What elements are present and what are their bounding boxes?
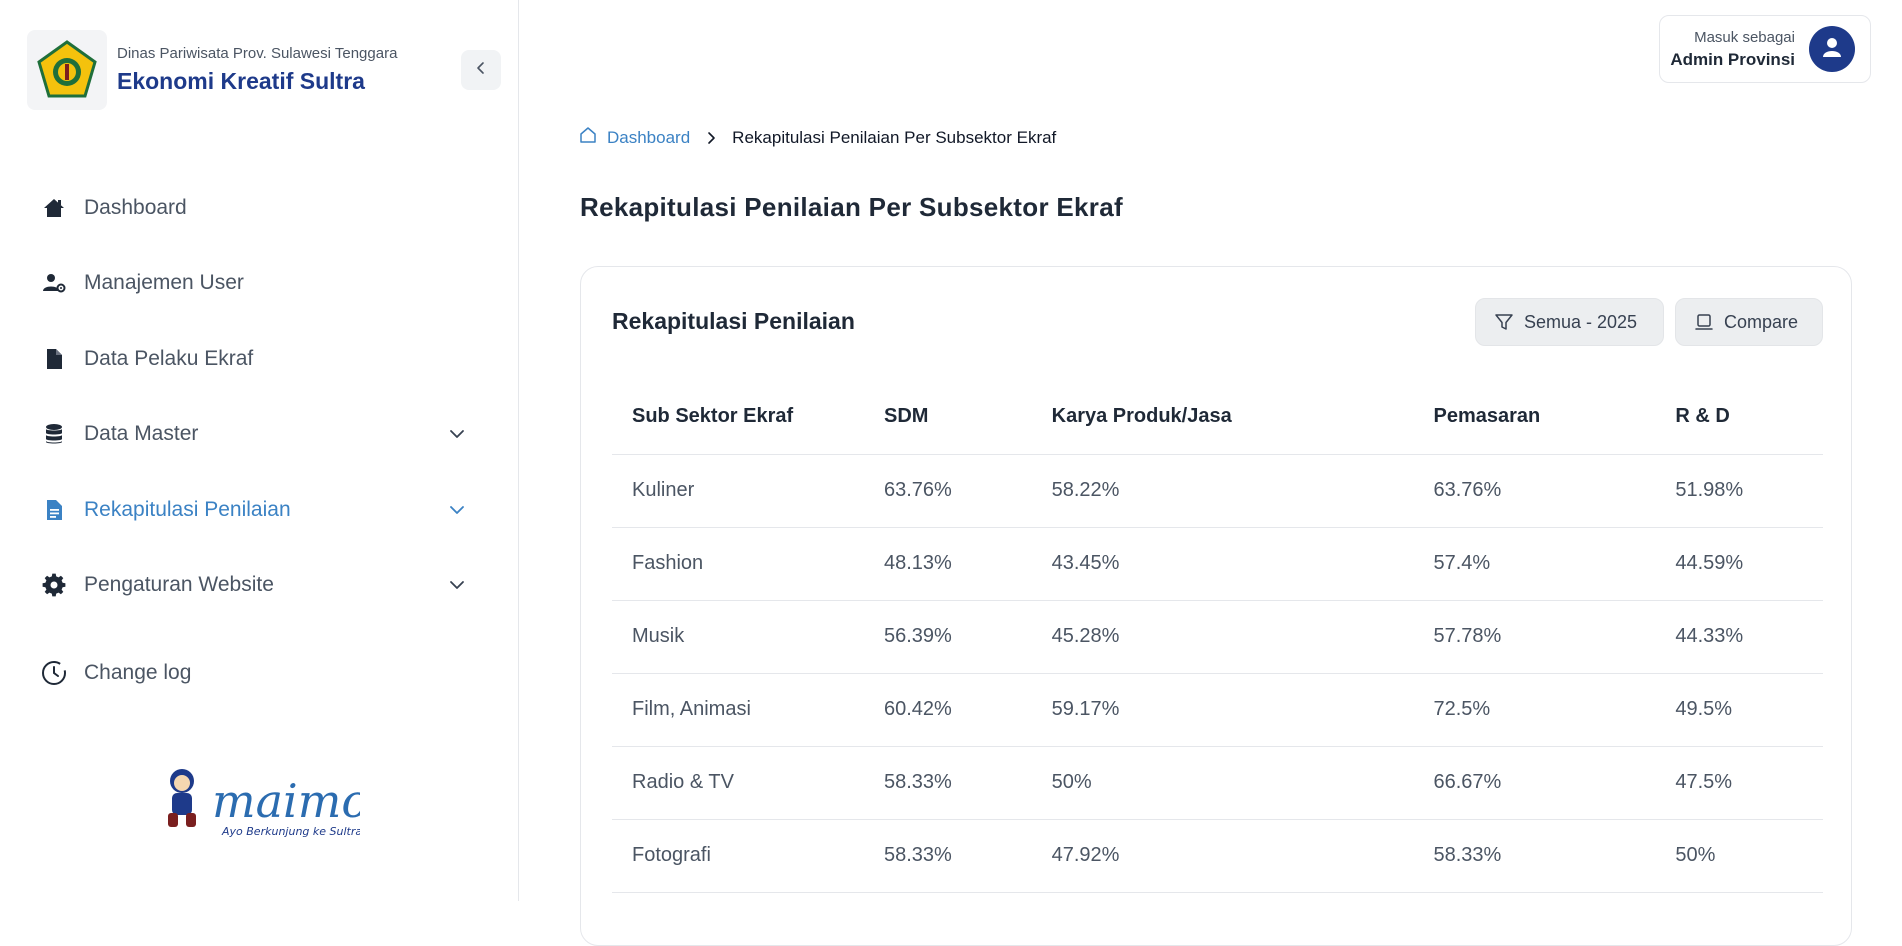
table-cell: 49.5% (1655, 673, 1823, 747)
column-header[interactable]: R & D (1655, 379, 1823, 455)
table-row: Fashion 48.13% 43.45% 57.4% 44.59% (612, 527, 1823, 601)
table-cell: 51.98% (1655, 454, 1823, 528)
column-header[interactable]: Sub Sektor Ekraf (612, 379, 864, 455)
table-cell: 45.28% (1031, 600, 1414, 674)
column-header[interactable]: SDM (864, 379, 1032, 455)
sidebar-item-data-pelaku-ekraf[interactable]: Data Pelaku Ekraf (0, 321, 519, 397)
table-cell: Musik (612, 600, 864, 674)
document-icon (41, 346, 67, 372)
sidebar-item-label: Manajemen User (84, 271, 244, 295)
brand-subtitle: Dinas Pariwisata Prov. Sulawesi Tenggara (117, 45, 398, 62)
sidebar-collapse-button[interactable] (461, 50, 501, 90)
column-header[interactable]: Pemasaran (1413, 379, 1656, 455)
clock-icon (41, 660, 67, 686)
brand[interactable]: Dinas Pariwisata Prov. Sulawesi Tenggara… (27, 30, 397, 110)
chevron-right-icon (704, 131, 718, 145)
table-cell: 44.59% (1655, 527, 1823, 601)
table-cell: 47.5% (1655, 746, 1823, 820)
avatar (1809, 26, 1855, 72)
table-cell: 63.76% (864, 454, 1032, 528)
sidebar-item-changelog[interactable]: Change log (0, 635, 519, 710)
sidebar-nav: Dashboard Manajemen User Data Pelaku Ekr… (0, 170, 519, 623)
sidebar: Dinas Pariwisata Prov. Sulawesi Tenggara… (0, 0, 519, 901)
breadcrumb: Dashboard Rekapitulasi Penilaian Per Sub… (579, 126, 1056, 149)
recap-table: Sub Sektor Ekraf SDM Karya Produk/Jasa P… (612, 379, 1823, 893)
table-cell: 43.45% (1031, 527, 1414, 601)
table-cell: 50% (1031, 746, 1414, 820)
user-icon (1820, 35, 1844, 64)
sidebar-item-rekapitulasi-penilaian[interactable]: Rekapitulasi Penilaian (0, 472, 519, 548)
table-header-row: Sub Sektor Ekraf SDM Karya Produk/Jasa P… (612, 379, 1823, 455)
user-gear-icon (41, 270, 67, 296)
brand-title: Ekonomi Kreatif Sultra (117, 68, 365, 94)
breadcrumb-home-link[interactable]: Dashboard (607, 128, 690, 148)
chevron-down-icon[interactable] (446, 574, 468, 596)
compare-button[interactable]: Compare (1675, 298, 1823, 346)
table-cell: Radio & TV (612, 746, 864, 820)
page-title: Rekapitulasi Penilaian Per Subsektor Ekr… (580, 192, 1123, 222)
chevron-down-icon[interactable] (446, 499, 468, 521)
table-cell: Film, Animasi (612, 673, 864, 747)
user-caption: Masuk sebagai (1694, 28, 1795, 46)
table-cell: 58.33% (864, 746, 1032, 820)
filter-label: Semua - 2025 (1524, 311, 1638, 332)
home-outline-icon (579, 126, 597, 149)
changelog-label: Change log (84, 660, 192, 684)
home-icon (41, 195, 67, 221)
column-header[interactable]: Karya Produk/Jasa (1031, 379, 1414, 455)
user-menu[interactable]: Masuk sebagai Admin Provinsi (1659, 15, 1871, 83)
mascot-wordmark: maimo (212, 774, 360, 828)
filter-icon (1494, 312, 1514, 332)
sidebar-item-data-master[interactable]: Data Master (0, 397, 519, 473)
table-cell: 58.22% (1031, 454, 1414, 528)
user-name: Admin Provinsi (1670, 49, 1795, 69)
table-cell: 72.5% (1413, 673, 1656, 747)
chevron-left-icon (473, 60, 489, 81)
table-cell: 63.76% (1413, 454, 1656, 528)
province-logo (27, 30, 107, 110)
sidebar-item-manajemen-user[interactable]: Manajemen User (0, 246, 519, 322)
table-cell: 59.17% (1031, 673, 1414, 747)
mascot-tagline: Ayo Berkunjung ke Sultra (221, 825, 360, 838)
filter-button[interactable]: Semua - 2025 (1475, 298, 1664, 346)
breadcrumb-current: Rekapitulasi Penilaian Per Subsektor Ekr… (732, 127, 1057, 147)
table-row: Musik 56.39% 45.28% 57.78% 44.33% (612, 600, 1823, 674)
table-cell: 44.33% (1655, 600, 1823, 674)
database-icon (41, 421, 67, 447)
table-row: Kuliner 63.76% 58.22% 63.76% 51.98% (612, 454, 1823, 528)
table-row: Film, Animasi 60.42% 59.17% 72.5% 49.5% (612, 673, 1823, 747)
sidebar-item-label: Dashboard (84, 195, 187, 219)
table-cell: 58.33% (864, 819, 1032, 893)
table-cell: 56.39% (864, 600, 1032, 674)
table-cell: Fotografi (612, 819, 864, 893)
sidebar-item-label: Pengaturan Website (84, 573, 274, 597)
table-cell: 58.33% (1413, 819, 1656, 893)
chevron-down-icon[interactable] (446, 423, 468, 445)
table-cell: 50% (1655, 819, 1823, 893)
sidebar-item-label: Rekapitulasi Penilaian (84, 497, 291, 521)
table-cell: 47.92% (1031, 819, 1414, 893)
table-cell: 57.78% (1413, 600, 1656, 674)
sidebar-item-pengaturan-website[interactable]: Pengaturan Website (0, 548, 519, 624)
table-cell: 66.67% (1413, 746, 1656, 820)
sidebar-item-label: Data Pelaku Ekraf (84, 346, 254, 370)
table-cell: 48.13% (864, 527, 1032, 601)
recap-card: Rekapitulasi Penilaian Semua - 2025 Comp… (580, 266, 1852, 946)
compare-label: Compare (1724, 311, 1799, 332)
card-title: Rekapitulasi Penilaian (612, 308, 855, 334)
file-text-icon (41, 497, 67, 523)
table-row: Fotografi 58.33% 47.92% 58.33% 50% (612, 819, 1823, 893)
table-cell: 60.42% (864, 673, 1032, 747)
table-cell: Kuliner (612, 454, 864, 528)
gear-icon (41, 572, 67, 598)
compare-icon (1694, 312, 1714, 332)
sidebar-item-dashboard[interactable]: Dashboard (0, 170, 519, 246)
table-row: Radio & TV 58.33% 50% 66.67% 47.5% (612, 746, 1823, 820)
sidebar-item-label: Data Master (84, 422, 199, 446)
table-cell: 57.4% (1413, 527, 1656, 601)
maimo-mascot-logo: maimo Ayo Berkunjung ke Sultra (150, 763, 369, 838)
table-cell: Fashion (612, 527, 864, 601)
